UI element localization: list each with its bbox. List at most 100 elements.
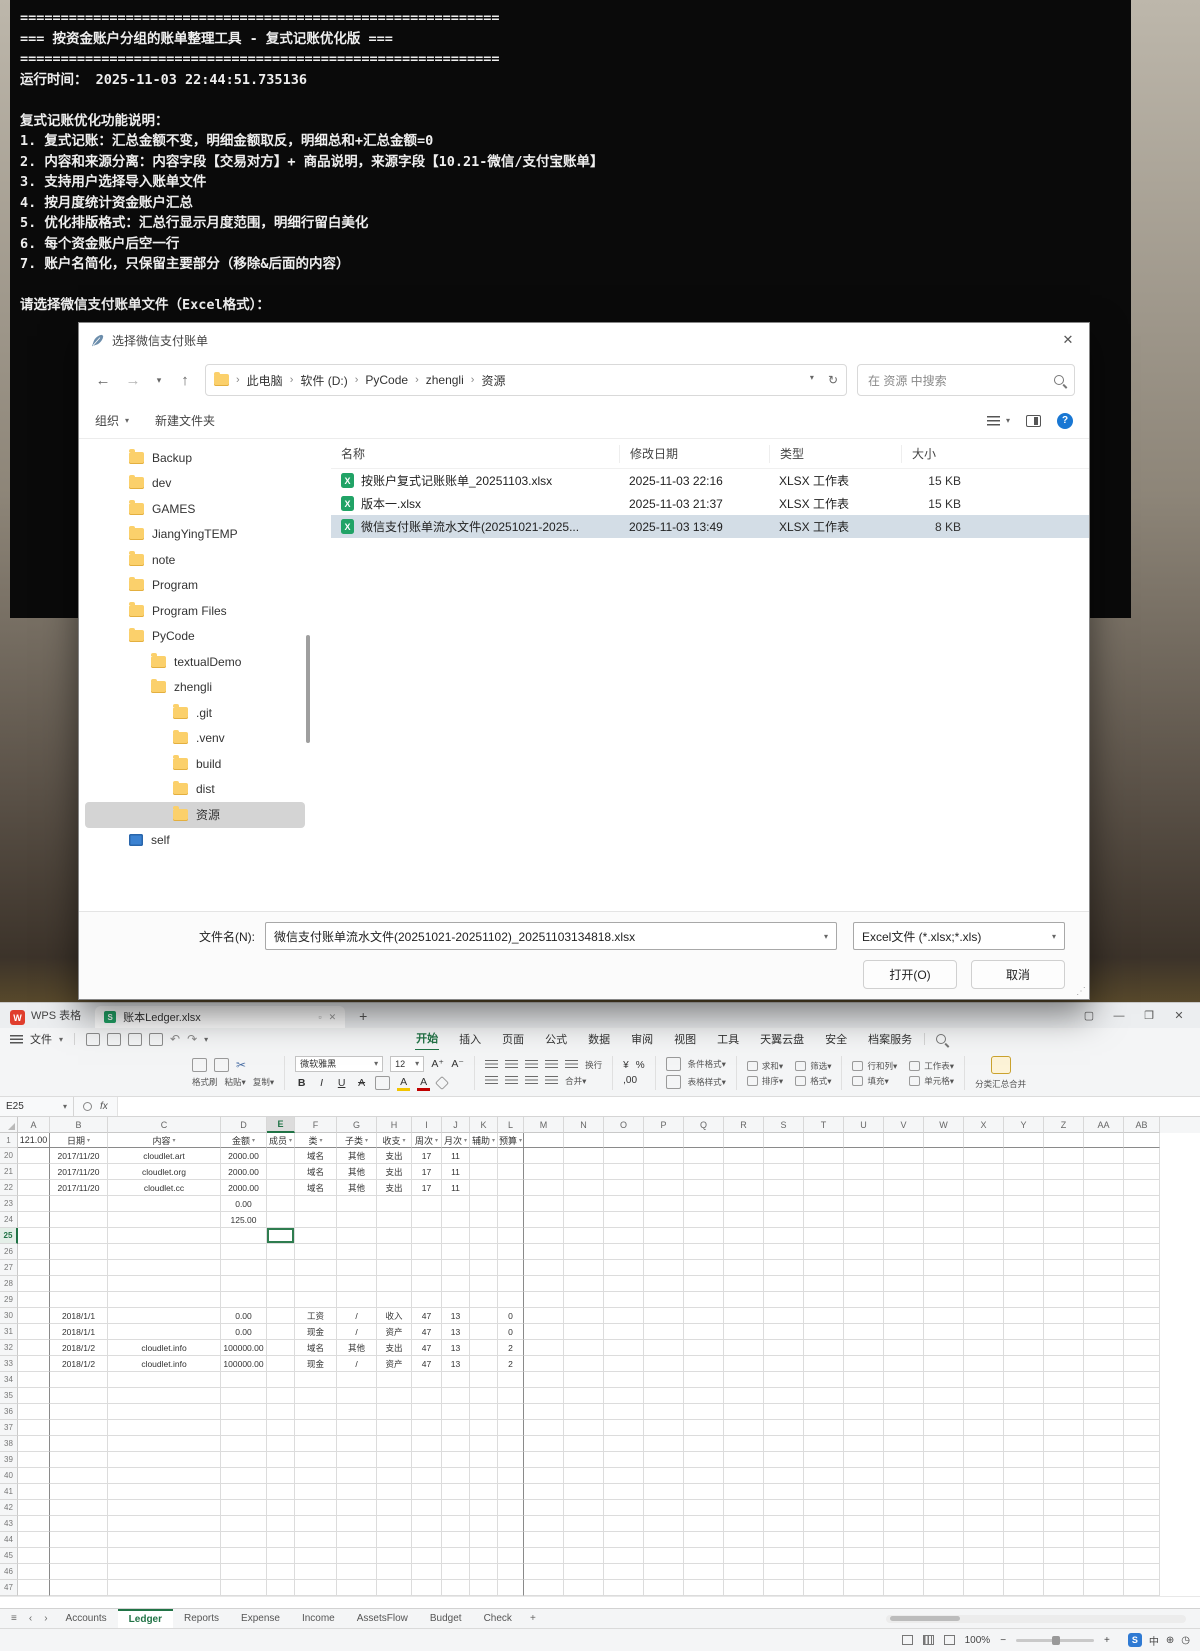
cell-G20[interactable]: 其他 — [337, 1148, 377, 1164]
cell-G38[interactable] — [337, 1436, 377, 1452]
cell-K47[interactable] — [470, 1580, 498, 1596]
cell-N36[interactable] — [564, 1404, 604, 1420]
column-header-M[interactable]: M — [524, 1117, 564, 1133]
wrap-text-button[interactable]: 换行 — [585, 1059, 602, 1071]
cell-J20[interactable]: 11 — [442, 1148, 470, 1164]
cell-W38[interactable] — [924, 1436, 964, 1452]
cell-C24[interactable] — [108, 1212, 221, 1228]
row-number[interactable]: 20 — [0, 1148, 18, 1164]
row-number[interactable]: 44 — [0, 1532, 18, 1548]
cell-AA28[interactable] — [1084, 1276, 1124, 1292]
chevron-down-icon[interactable]: ▾ — [59, 1035, 63, 1044]
filter-icon[interactable]: ▾ — [464, 1137, 467, 1144]
cell-E45[interactable] — [267, 1548, 295, 1564]
cell-J41[interactable] — [442, 1484, 470, 1500]
cell-W30[interactable] — [924, 1308, 964, 1324]
cell-S20[interactable] — [764, 1148, 804, 1164]
cell-T42[interactable] — [804, 1500, 844, 1516]
tab-页面[interactable]: 页面 — [501, 1028, 525, 1050]
cell-L39[interactable] — [498, 1452, 524, 1468]
cell-E34[interactable] — [267, 1372, 295, 1388]
cell-L26[interactable] — [498, 1244, 524, 1260]
cell-R20[interactable] — [724, 1148, 764, 1164]
filter-button[interactable]: 筛选▾ — [810, 1060, 831, 1072]
breadcrumb-segment[interactable]: 软件 (D:) — [300, 372, 347, 389]
cell-AB40[interactable] — [1124, 1468, 1160, 1484]
cell-D20[interactable]: 2000.00 — [221, 1148, 267, 1164]
cell-K44[interactable] — [470, 1532, 498, 1548]
font-size-select[interactable]: 12 ▾ — [390, 1055, 425, 1072]
cell-T37[interactable] — [804, 1420, 844, 1436]
cell-N1[interactable] — [564, 1133, 604, 1148]
cell-F20[interactable]: 域名 — [295, 1148, 337, 1164]
cell-H41[interactable] — [377, 1484, 412, 1500]
cell-H43[interactable] — [377, 1516, 412, 1532]
cell-X35[interactable] — [964, 1388, 1004, 1404]
cell-I43[interactable] — [412, 1516, 442, 1532]
row-number[interactable]: 41 — [0, 1484, 18, 1500]
cell-D24[interactable]: 125.00 — [221, 1212, 267, 1228]
cell-Y42[interactable] — [1004, 1500, 1044, 1516]
cell-P26[interactable] — [644, 1244, 684, 1260]
cell-R33[interactable] — [724, 1356, 764, 1372]
cell-B25[interactable] — [50, 1228, 108, 1244]
cell-E43[interactable] — [267, 1516, 295, 1532]
cell-F27[interactable] — [295, 1260, 337, 1276]
cell-T38[interactable] — [804, 1436, 844, 1452]
cell-L47[interactable] — [498, 1580, 524, 1596]
cell-Q34[interactable] — [684, 1372, 724, 1388]
cell-U41[interactable] — [844, 1484, 884, 1500]
cell-X21[interactable] — [964, 1164, 1004, 1180]
cell-Y35[interactable] — [1004, 1388, 1044, 1404]
cell-AB41[interactable] — [1124, 1484, 1160, 1500]
cell-O45[interactable] — [604, 1548, 644, 1564]
history-chevron-icon[interactable]: ▾ — [153, 375, 165, 386]
cell-G31[interactable]: / — [337, 1324, 377, 1340]
cell-W34[interactable] — [924, 1372, 964, 1388]
cell-Z31[interactable] — [1044, 1324, 1084, 1340]
tree-item--venv[interactable]: .venv — [85, 726, 305, 752]
cell-G47[interactable] — [337, 1580, 377, 1596]
cell-X31[interactable] — [964, 1324, 1004, 1340]
cell-Z30[interactable] — [1044, 1308, 1084, 1324]
cell-V39[interactable] — [884, 1452, 924, 1468]
cell-X34[interactable] — [964, 1372, 1004, 1388]
cell-L44[interactable] — [498, 1532, 524, 1548]
cell-AB20[interactable] — [1124, 1148, 1160, 1164]
cell-G36[interactable] — [337, 1404, 377, 1420]
cell-AA35[interactable] — [1084, 1388, 1124, 1404]
cell-F30[interactable]: 工资 — [295, 1308, 337, 1324]
cell-Z23[interactable] — [1044, 1196, 1084, 1212]
row-number[interactable]: 1 — [0, 1133, 18, 1148]
cell-D22[interactable]: 2000.00 — [221, 1180, 267, 1196]
tab-天翼云盘[interactable]: 天翼云盘 — [759, 1028, 805, 1050]
cell-V20[interactable] — [884, 1148, 924, 1164]
cell-X36[interactable] — [964, 1404, 1004, 1420]
cell-H39[interactable] — [377, 1452, 412, 1468]
cell-V1[interactable] — [884, 1133, 924, 1148]
cell-I46[interactable] — [412, 1564, 442, 1580]
ime-indicator[interactable]: 中 — [1149, 1633, 1159, 1648]
cell-B45[interactable] — [50, 1548, 108, 1564]
cell-L34[interactable] — [498, 1372, 524, 1388]
column-header-H[interactable]: H — [377, 1117, 412, 1133]
cell-V38[interactable] — [884, 1436, 924, 1452]
cell-S47[interactable] — [764, 1580, 804, 1596]
cell-M41[interactable] — [524, 1484, 564, 1500]
cell-M21[interactable] — [524, 1164, 564, 1180]
tab-数据[interactable]: 数据 — [587, 1028, 611, 1050]
cell-K1[interactable]: 辅助 ▾ — [470, 1133, 498, 1148]
cell-AA34[interactable] — [1084, 1372, 1124, 1388]
cell-R27[interactable] — [724, 1260, 764, 1276]
sort-button[interactable]: 排序▾ — [762, 1075, 783, 1087]
cell-Z45[interactable] — [1044, 1548, 1084, 1564]
cell-C20[interactable]: cloudlet.art — [108, 1148, 221, 1164]
cell-J33[interactable]: 13 — [442, 1356, 470, 1372]
cell-R41[interactable] — [724, 1484, 764, 1500]
cell-P40[interactable] — [644, 1468, 684, 1484]
column-header-W[interactable]: W — [924, 1117, 964, 1133]
cell-V45[interactable] — [884, 1548, 924, 1564]
cell-AA24[interactable] — [1084, 1212, 1124, 1228]
cell-J31[interactable]: 13 — [442, 1324, 470, 1340]
cell-M32[interactable] — [524, 1340, 564, 1356]
